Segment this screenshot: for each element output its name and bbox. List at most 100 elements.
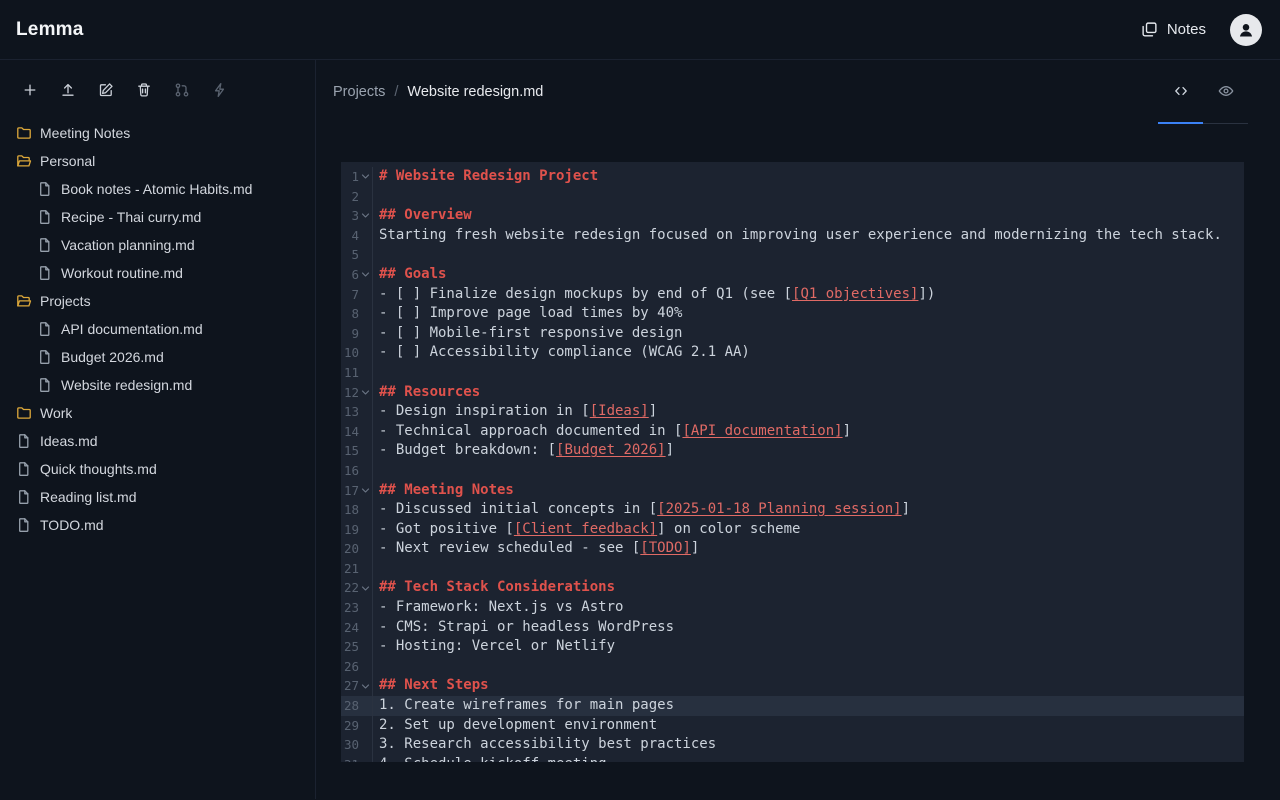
- wiki-link[interactable]: [Client feedback]: [514, 521, 657, 537]
- editor-line[interactable]: 303. Research accessibility best practic…: [341, 735, 1244, 755]
- editor-line[interactable]: 9- [ ] Mobile-first responsive design: [341, 324, 1244, 344]
- tree-file[interactable]: Workout routine.md: [0, 259, 315, 287]
- gutter-spacer: [359, 343, 372, 363]
- edit-note-button[interactable]: [92, 76, 120, 104]
- text-segment: - [ ] Finalize design mockups by end of …: [379, 286, 792, 302]
- editor-line[interactable]: 292. Set up development environment: [341, 716, 1244, 736]
- code-text: - Hosting: Vercel or Netlify: [372, 637, 1244, 657]
- tree-folder[interactable]: Work: [0, 399, 315, 427]
- editor-line[interactable]: 1# Website Redesign Project: [341, 167, 1244, 187]
- tree-file[interactable]: Ideas.md: [0, 427, 315, 455]
- editor-line[interactable]: 281. Create wireframes for main pages: [341, 696, 1244, 716]
- editor-line[interactable]: 25- Hosting: Vercel or Netlify: [341, 637, 1244, 657]
- file-icon: [16, 517, 32, 533]
- tree-folder[interactable]: Personal: [0, 147, 315, 175]
- tree-item-label: Work: [40, 405, 72, 421]
- editor-line[interactable]: 6## Goals: [341, 265, 1244, 285]
- fold-chevron-icon[interactable]: [359, 167, 372, 187]
- avatar[interactable]: [1230, 14, 1262, 46]
- breadcrumb-parent[interactable]: Projects: [333, 84, 385, 100]
- tree-file[interactable]: Book notes - Atomic Habits.md: [0, 175, 315, 203]
- wiki-link[interactable]: [Ideas]: [590, 403, 649, 419]
- editor-line[interactable]: 7- [ ] Finalize design mockups by end of…: [341, 285, 1244, 305]
- tree-file[interactable]: Budget 2026.md: [0, 343, 315, 371]
- editor-line[interactable]: 20- Next review scheduled - see [[TODO]]: [341, 539, 1244, 559]
- editor-line[interactable]: 5: [341, 245, 1244, 265]
- editor-line[interactable]: 17## Meeting Notes: [341, 481, 1244, 501]
- wiki-link[interactable]: [Q1 objectives]: [792, 286, 918, 302]
- editor-line[interactable]: 10- [ ] Accessibility compliance (WCAG 2…: [341, 343, 1244, 363]
- wiki-link[interactable]: [Budget 2026]: [556, 442, 666, 458]
- version-control-button[interactable]: [168, 76, 196, 104]
- editor-line[interactable]: 18- Discussed initial concepts in [[2025…: [341, 500, 1244, 520]
- fold-chevron-icon[interactable]: [359, 383, 372, 403]
- code-text: ## Overview: [372, 206, 1244, 226]
- tab-preview[interactable]: [1203, 60, 1248, 124]
- delete-note-button[interactable]: [130, 76, 158, 104]
- folder-open-icon: [16, 293, 32, 309]
- page-body: Meeting NotesPersonalBook notes - Atomic…: [0, 60, 1280, 799]
- file-icon: [37, 349, 53, 365]
- editor-line[interactable]: 8- [ ] Improve page load times by 40%: [341, 304, 1244, 324]
- text-segment: ]: [902, 501, 910, 517]
- line-number: 29: [341, 716, 359, 736]
- breadcrumb: Projects / Website redesign.md: [333, 60, 543, 124]
- code-text: Starting fresh website redesign focused …: [372, 226, 1244, 246]
- gutter-spacer: [359, 285, 372, 305]
- zap-icon: [212, 82, 228, 98]
- quick-actions-button[interactable]: [206, 76, 234, 104]
- line-number: 13: [341, 402, 359, 422]
- tree-item-label: TODO.md: [40, 517, 104, 533]
- fold-chevron-icon[interactable]: [359, 676, 372, 696]
- tree-folder[interactable]: Meeting Notes: [0, 119, 315, 147]
- editor-line[interactable]: 21: [341, 559, 1244, 579]
- tree-file[interactable]: Quick thoughts.md: [0, 455, 315, 483]
- editor-line[interactable]: 19- Got positive [[Client feedback]] on …: [341, 520, 1244, 540]
- editor-line[interactable]: 27## Next Steps: [341, 676, 1244, 696]
- tree-file[interactable]: TODO.md: [0, 511, 315, 539]
- editor-line[interactable]: 24- CMS: Strapi or headless WordPress: [341, 618, 1244, 638]
- gutter-spacer: [359, 755, 372, 762]
- code-text: [372, 657, 1244, 677]
- editor-line[interactable]: 22## Tech Stack Considerations: [341, 578, 1244, 598]
- editor-line[interactable]: 12## Resources: [341, 383, 1244, 403]
- tree-file[interactable]: Vacation planning.md: [0, 231, 315, 259]
- fold-chevron-icon[interactable]: [359, 206, 372, 226]
- wiki-link[interactable]: [TODO]: [640, 540, 691, 556]
- text-segment: - Got positive [: [379, 521, 514, 537]
- upload-button[interactable]: [54, 76, 82, 104]
- editor-line[interactable]: 314. Schedule kickoff meeting: [341, 755, 1244, 762]
- user-icon: [1237, 21, 1255, 39]
- new-note-button[interactable]: [16, 76, 44, 104]
- editor-line[interactable]: 15- Budget breakdown: [[Budget 2026]]: [341, 441, 1244, 461]
- wiki-link[interactable]: [API documentation]: [682, 423, 842, 439]
- tree-file[interactable]: API documentation.md: [0, 315, 315, 343]
- tree-file[interactable]: Website redesign.md: [0, 371, 315, 399]
- notes-button[interactable]: Notes: [1131, 13, 1216, 46]
- wiki-link[interactable]: [2025-01-18 Planning session]: [657, 501, 901, 517]
- text-segment: ] on color scheme: [657, 521, 800, 537]
- fold-chevron-icon[interactable]: [359, 481, 372, 501]
- text-segment: ]: [843, 423, 851, 439]
- editor-line[interactable]: 2: [341, 187, 1244, 207]
- eye-icon: [1218, 83, 1234, 99]
- tree-file[interactable]: Recipe - Thai curry.md: [0, 203, 315, 231]
- editor-line[interactable]: 26: [341, 657, 1244, 677]
- editor-line[interactable]: 11: [341, 363, 1244, 383]
- editor-line[interactable]: 14- Technical approach documented in [[A…: [341, 422, 1244, 442]
- code-text: [372, 363, 1244, 383]
- tree-item-label: Website redesign.md: [61, 377, 192, 393]
- tab-source-view[interactable]: [1158, 60, 1203, 124]
- fold-chevron-icon[interactable]: [359, 265, 372, 285]
- gutter-spacer: [359, 422, 372, 442]
- tree-file[interactable]: Reading list.md: [0, 483, 315, 511]
- editor-line[interactable]: 3## Overview: [341, 206, 1244, 226]
- fold-chevron-icon[interactable]: [359, 578, 372, 598]
- tree-folder[interactable]: Projects: [0, 287, 315, 315]
- editor-line[interactable]: 23- Framework: Next.js vs Astro: [341, 598, 1244, 618]
- editor-line[interactable]: 4Starting fresh website redesign focused…: [341, 226, 1244, 246]
- tree-item-label: Budget 2026.md: [61, 349, 164, 365]
- editor-line[interactable]: 16: [341, 461, 1244, 481]
- editor[interactable]: 1# Website Redesign Project23## Overview…: [341, 162, 1244, 762]
- editor-line[interactable]: 13- Design inspiration in [[Ideas]]: [341, 402, 1244, 422]
